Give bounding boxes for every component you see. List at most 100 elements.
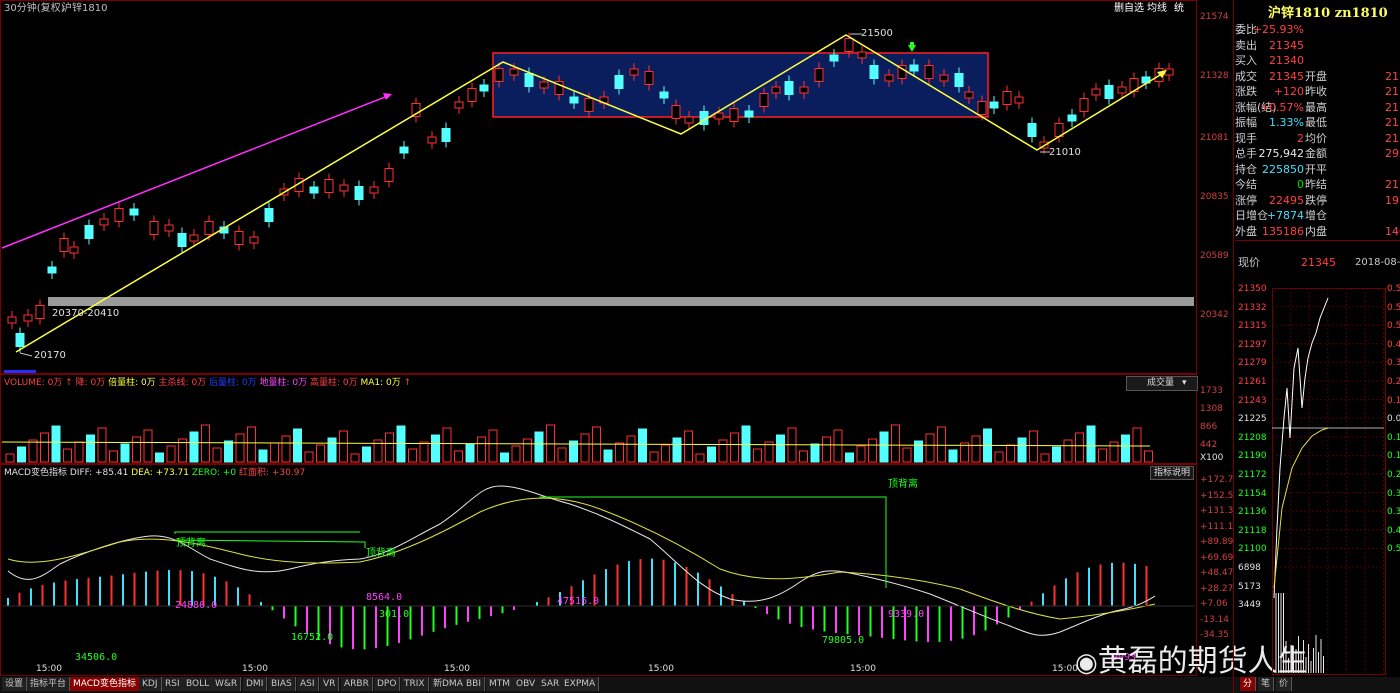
candle-body (977, 101, 987, 115)
candle-body (164, 224, 174, 232)
tab-vr[interactable]: VR (320, 677, 340, 691)
volume-bar (937, 426, 946, 463)
candle-body (844, 38, 854, 52)
mini-price-axis-label: 21208 (1238, 432, 1267, 443)
volume-bar (281, 435, 291, 463)
low-label: 20170 (34, 350, 66, 361)
macd-axis-label: +152.5 (1200, 490, 1234, 501)
support-band (48, 297, 1194, 306)
tab-obv[interactable]: OBV (513, 677, 540, 691)
quote-row: 涨停 22495 跌停 19 (1235, 193, 1400, 209)
tab-[interactable]: 设置 (2, 677, 28, 691)
candle-body (249, 236, 259, 244)
volume-bar (1017, 437, 1027, 463)
volume-bar (971, 435, 981, 463)
tab-expma[interactable]: EXPMA (561, 677, 600, 691)
mini-intraday-chart (1272, 288, 1384, 673)
candle-body (15, 333, 25, 347)
area-label-6: 47516.0 (557, 596, 600, 607)
tab-sar[interactable]: SAR (538, 677, 564, 691)
candle-body (829, 54, 839, 62)
tab-trix[interactable]: TRIX (401, 677, 429, 691)
area-label-4: 8564.0 (366, 592, 403, 603)
volume-bar (1098, 448, 1107, 463)
area-label-8: 9339.0 (888, 609, 925, 620)
candle-body (84, 225, 94, 239)
vol-axis-0: 1733 (1200, 386, 1223, 396)
macd-axis-label: +111.1 (1200, 521, 1234, 532)
candle-body (1002, 91, 1012, 105)
tab-asi[interactable]: ASI (297, 677, 319, 691)
volume-bar (580, 433, 590, 463)
candle-body (869, 65, 879, 79)
area-label-2: 34506.0 (75, 652, 118, 663)
volume-bar (293, 428, 302, 463)
mini-pct-axis-label: 0.0 (1387, 414, 1400, 425)
tab-arbr[interactable]: ARBR (341, 677, 373, 691)
volume-bar (431, 434, 440, 463)
tab-dmi[interactable]: DMI (243, 677, 268, 691)
candle-body (924, 65, 934, 79)
volume-bar (488, 429, 498, 463)
volume-bar (86, 434, 95, 463)
price-axis-0: 21574 (1200, 12, 1229, 22)
quote-row: 日增仓 +7874 增仓 (1235, 208, 1400, 224)
quote-value: 21340 (1269, 54, 1304, 67)
tab-bias[interactable]: BIAS (268, 677, 296, 691)
tab-dma[interactable]: 新DMA (430, 677, 467, 691)
tab-mtm[interactable]: MTM (486, 677, 515, 691)
support-label: 20370-20410 (52, 308, 120, 319)
mini-price-axis-label: 21243 (1238, 395, 1267, 406)
candle-body (1079, 98, 1089, 112)
tab-kdj[interactable]: KDJ (139, 677, 162, 691)
volume-bar (615, 442, 624, 463)
divergence-label-1: 顶背离 (176, 538, 206, 549)
candle-body (354, 186, 364, 200)
volume-bar (684, 430, 693, 463)
volume-bar (672, 437, 682, 463)
quote-row: 总手275,942金额 292 (1235, 146, 1400, 162)
candle-body (1091, 88, 1101, 96)
volume-bar (201, 424, 210, 463)
mini-pct-axis-label: 0.2 (1387, 470, 1400, 480)
candle-body (909, 64, 919, 72)
tab-wr[interactable]: W&R (212, 677, 242, 691)
candle-body (324, 179, 334, 193)
tab-boll[interactable]: BOLL (183, 677, 214, 691)
mini-price-axis-label: 21261 (1238, 377, 1267, 387)
volume-bar (339, 430, 348, 463)
mini-price-axis-label: 5173 (1238, 581, 1261, 592)
volume-bar (385, 432, 394, 463)
price-axis-1: 21328 (1200, 71, 1229, 81)
tab-dpo[interactable]: DPO (374, 677, 401, 691)
candle-chart[interactable] (0, 0, 1197, 374)
volume-bar (1052, 446, 1061, 463)
volume-bar (1075, 432, 1084, 463)
mini-pct-axis-label: 0.5 (1387, 544, 1400, 555)
quote-value: 21345 (1269, 69, 1304, 83)
tab-fen[interactable]: 分 (1240, 677, 1257, 691)
volume-bar (534, 431, 544, 463)
quote-value-2: 21 (1385, 178, 1399, 191)
tab-bi[interactable]: 笔 (1258, 677, 1275, 691)
mini-pct-axis-label: 0.1 (1387, 395, 1400, 406)
quote-label: 总手 (1235, 147, 1257, 160)
candle-body (729, 108, 739, 122)
tab-macd[interactable]: MACD变色指标 (70, 677, 140, 691)
tab-rsi[interactable]: RSI (162, 677, 184, 691)
quote-label: 成交 (1235, 69, 1257, 83)
tab-[interactable]: 指标平台 (27, 677, 71, 691)
candle-body (799, 86, 809, 94)
volume-bar (1040, 453, 1050, 463)
volume-bar (97, 427, 107, 463)
tab-jia[interactable]: 价 (1276, 677, 1293, 691)
volume-bar (523, 438, 532, 463)
macd-axis-label: +28.27 (1200, 583, 1234, 594)
green-signal-arrow (908, 45, 916, 52)
quote-label-2: 跌停 (1305, 193, 1327, 207)
quote-label-2: 均价 (1305, 131, 1327, 145)
tab-bbi[interactable]: BBI (463, 677, 486, 691)
quote-label-2: 金额 (1305, 147, 1327, 160)
area-label-1: 24880.0 (175, 600, 218, 611)
volume-bar (63, 448, 72, 463)
